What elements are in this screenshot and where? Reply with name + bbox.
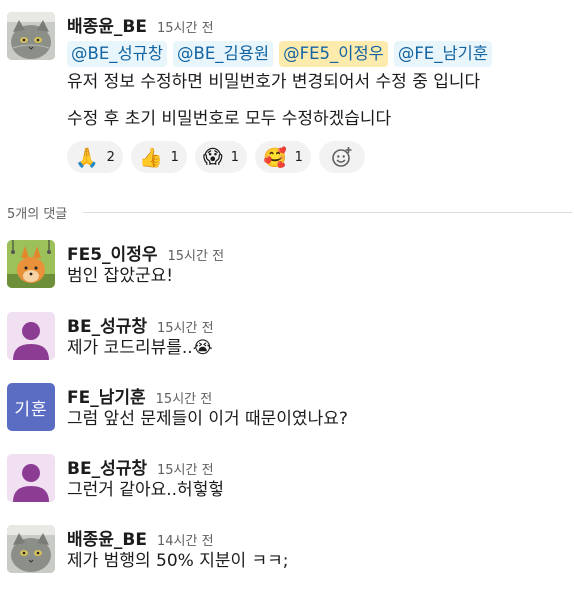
reply-message: BE_성규창 15시간 전 그런거 같아요..허헣헣: [7, 454, 567, 504]
reply-count-label: 5개의 댓글: [7, 206, 68, 222]
author-name[interactable]: FE5_이정우: [67, 240, 157, 265]
mention-be-seonggyuchang[interactable]: @BE_성규창: [67, 41, 168, 67]
message-content: BE_성규창 15시간 전 그런거 같아요..허헣헣: [67, 454, 567, 502]
default-person-icon: [7, 454, 55, 502]
avatar[interactable]: [7, 12, 55, 60]
message-meta: FE_남기훈 15시간 전: [67, 383, 567, 408]
timestamp[interactable]: 15시간 전: [157, 317, 214, 336]
author-name[interactable]: FE_남기훈: [67, 383, 146, 408]
reply-count-divider: 5개의 댓글: [7, 202, 572, 222]
mention-fe5-leejeongwoo[interactable]: @FE5_이정우: [279, 41, 388, 67]
author-name[interactable]: 배종윤_BE: [67, 525, 147, 550]
timestamp[interactable]: 15시간 전: [157, 459, 214, 478]
avatar-initials: 기훈: [14, 399, 48, 420]
add-reaction-button[interactable]: [318, 141, 365, 173]
author-name[interactable]: BE_성규창: [67, 454, 147, 479]
fox-cartoon-icon: [7, 240, 55, 288]
smiling-hearts-icon: 🥰: [263, 146, 287, 169]
reaction-count: 1: [230, 149, 239, 165]
reaction-count: 1: [170, 149, 179, 165]
message-meta: 배종윤_BE 14시간 전: [67, 525, 567, 550]
mention-fe-namgihun[interactable]: @FE_남기훈: [393, 41, 493, 67]
reply-message: BE_성규창 15시간 전 제가 코드리뷰를..😭: [7, 312, 567, 362]
avatar[interactable]: [7, 525, 55, 573]
timestamp[interactable]: 14시간 전: [157, 530, 214, 549]
timestamp[interactable]: 15시간 전: [156, 388, 213, 407]
message-meta: FE5_이정우 15시간 전: [67, 240, 567, 265]
message-content: FE_남기훈 15시간 전 그럼 앞선 문제들이 이거 때문이였나요?: [67, 383, 567, 431]
divider-line: [83, 211, 572, 213]
parent-message: 배종윤_BE 15시간 전 @BE_성규창 @BE_김용원 @FE5_이정우 @…: [7, 12, 567, 192]
cat-photo-icon: [7, 12, 55, 60]
timestamp[interactable]: 15시간 전: [157, 17, 214, 36]
message-text: 그런거 같아요..허헣헣: [67, 480, 224, 500]
reply-message: FE5_이정우 15시간 전 범인 잡았군요!: [7, 240, 567, 290]
reaction-smiling-hearts[interactable]: 🥰 1: [255, 141, 311, 173]
message-content: 배종윤_BE 14시간 전 제가 범행의 50% 지분이 ㅋㅋ;: [67, 525, 567, 573]
message-text: 제가 범행의 50% 지분이 ㅋㅋ;: [67, 551, 289, 571]
message-content: BE_성규창 15시간 전 제가 코드리뷰를..😭: [67, 312, 567, 360]
avatar[interactable]: [7, 454, 55, 502]
message-text: 그럼 앞선 문제들이 이거 때문이였나요?: [67, 409, 348, 429]
mention-list: @BE_성규창 @BE_김용원 @FE5_이정우 @FE_남기훈: [67, 40, 567, 68]
timestamp[interactable]: 15시간 전: [167, 245, 224, 264]
add-emoji-icon: [332, 147, 352, 167]
message-meta: BE_성규창 15시간 전: [67, 312, 567, 337]
message-text-line-2: 수정 후 초기 비밀번호로 모두 수정하겠습니다: [67, 109, 392, 129]
reaction-count: 1: [294, 149, 303, 165]
thumbs-up-icon: 👍: [138, 146, 163, 169]
message-meta: BE_성규창 15시간 전: [67, 454, 567, 479]
avatar[interactable]: [7, 240, 55, 288]
default-person-icon: [7, 312, 55, 360]
author-name[interactable]: BE_성규창: [67, 312, 147, 337]
message-text: 범인 잡았군요!: [67, 266, 174, 286]
reply-message: 기훈 FE_남기훈 15시간 전 그럼 앞선 문제들이 이거 때문이였나요?: [7, 383, 567, 433]
reaction-thumbs-up[interactable]: 👍 1: [130, 141, 187, 173]
message-content: FE5_이정우 15시간 전 범인 잡았군요!: [67, 240, 567, 288]
avatar[interactable]: [7, 312, 55, 360]
cat-photo-icon: [7, 525, 55, 573]
message-text-line-1: 유저 정보 수정하면 비밀번호가 변경되어서 수정 중 입니다: [67, 72, 481, 92]
message-content: 배종윤_BE 15시간 전 @BE_성규창 @BE_김용원 @FE5_이정우 @…: [67, 12, 567, 173]
message-text: 제가 코드리뷰를..😭: [67, 338, 213, 358]
mention-be-kimyongwon[interactable]: @BE_김용원: [173, 41, 274, 67]
author-name[interactable]: 배종윤_BE: [67, 12, 147, 37]
reply-message: 배종윤_BE 14시간 전 제가 범행의 50% 지분이 ㅋㅋ;: [7, 525, 567, 575]
reaction-count: 2: [106, 149, 115, 165]
scream-face-icon: 😱: [202, 146, 223, 168]
message-meta: 배종윤_BE 15시간 전: [67, 12, 567, 37]
folded-hands-icon: 🙏: [75, 146, 99, 169]
avatar[interactable]: 기훈: [7, 383, 55, 431]
reaction-scream[interactable]: 😱 1: [194, 141, 247, 173]
reaction-folded-hands[interactable]: 🙏 2: [67, 141, 123, 173]
reaction-bar: 🙏 2 👍 1 😱 1 🥰 1: [67, 141, 567, 173]
